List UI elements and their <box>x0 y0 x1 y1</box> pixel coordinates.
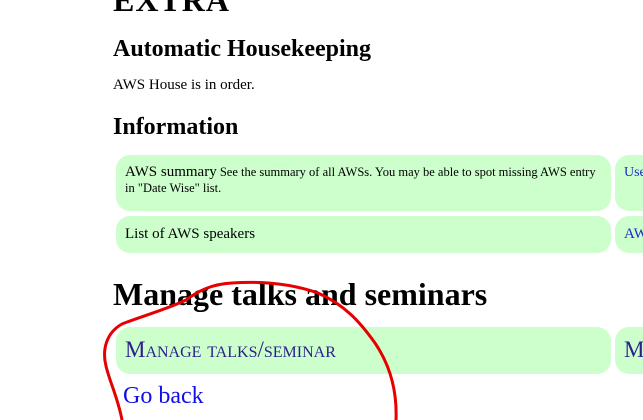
info-right-cell-1-text[interactable]: Use Dat <box>624 165 643 180</box>
info-right-cell-2[interactable]: AW <box>615 216 643 253</box>
manage-right-cell[interactable]: M <box>615 327 643 374</box>
housekeeping-status: AWS House is in order. <box>113 77 255 93</box>
page: EXTRA Automatic Housekeeping AWS House i… <box>0 0 643 420</box>
aws-summary-link[interactable]: AWS summary <box>125 164 217 180</box>
manage-talks-button[interactable]: Manage talks/seminar <box>116 327 611 374</box>
manage-right-cell-text[interactable]: M <box>624 337 643 362</box>
aws-summary-cell[interactable]: AWS summary See the summary of all AWSs.… <box>116 155 611 211</box>
housekeeping-heading: Automatic Housekeeping <box>113 36 371 62</box>
info-right-cell-2-text[interactable]: AW <box>624 226 643 242</box>
info-right-cell-1[interactable]: Use Dat <box>615 155 643 211</box>
go-back-link[interactable]: Go back <box>123 383 204 410</box>
manage-talks-label[interactable]: Manage talks/seminar <box>125 337 336 362</box>
aws-speakers-link[interactable]: List of AWS speakers <box>125 226 255 242</box>
aws-speakers-cell[interactable]: List of AWS speakers <box>116 216 611 253</box>
information-heading: Information <box>113 114 239 140</box>
manage-heading: Manage talks and seminars <box>113 276 488 312</box>
extra-heading: EXTRA <box>113 0 231 18</box>
